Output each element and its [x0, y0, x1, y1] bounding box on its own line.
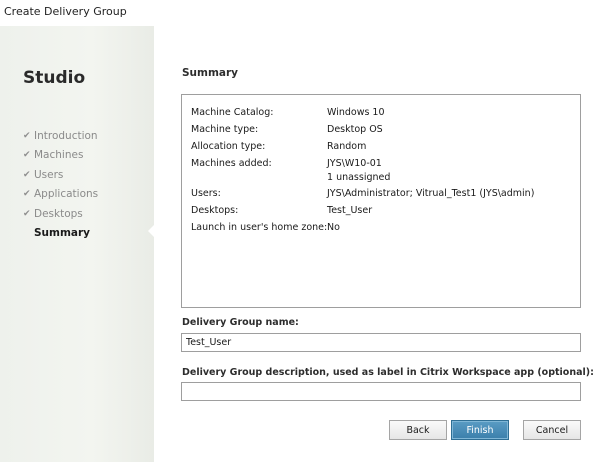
- step-label: Introduction: [34, 129, 98, 142]
- summary-key: Machine type:: [191, 124, 259, 135]
- wizard-sidebar: Studio ✔ Introduction ✔ Machines ✔ Users…: [0, 26, 154, 462]
- summary-row-machine-type: Machine type: Desktop OS: [191, 124, 383, 135]
- summary-row-desktops: Desktops: Test_User: [191, 205, 372, 216]
- summary-row-users: Users: JYS\Administrator; Vitrual_Test1 (…: [191, 188, 534, 199]
- check-icon: ✔: [23, 130, 31, 141]
- step-introduction[interactable]: ✔ Introduction: [23, 126, 98, 146]
- step-label: Desktops: [34, 207, 83, 220]
- summary-key: Allocation type:: [191, 141, 266, 152]
- window-title: Create Delivery Group: [4, 5, 127, 18]
- summary-value: No: [327, 222, 340, 233]
- summary-value: Test_User: [327, 205, 373, 216]
- finish-button[interactable]: Finish: [451, 420, 509, 440]
- summary-key: Desktops:: [191, 205, 239, 216]
- summary-value: Desktop OS: [327, 124, 383, 135]
- step-applications[interactable]: ✔ Applications: [23, 185, 98, 205]
- summary-row-allocation-type: Allocation type: Random: [191, 141, 366, 152]
- summary-row-home-zone: Launch in user's home zone:No: [191, 222, 340, 233]
- step-label: Machines: [34, 149, 84, 162]
- step-label: Summary: [34, 227, 91, 240]
- wizard-content: Summary Machine Catalog: Windows 10 Machi…: [154, 26, 611, 462]
- step-desktops[interactable]: ✔ Desktops: [23, 204, 98, 224]
- summary-row-machine-catalog: Machine Catalog: Windows 10: [191, 107, 385, 118]
- summary-key: Users:: [191, 188, 221, 199]
- step-machines[interactable]: ✔ Machines: [23, 146, 98, 166]
- summary-value-unassigned: 1 unassigned: [327, 172, 391, 183]
- cancel-button[interactable]: Cancel: [523, 420, 581, 440]
- summary-value: JYS\W10-01: [327, 158, 382, 169]
- check-icon: ✔: [23, 169, 31, 180]
- summary-value: JYS\Administrator; Vitrual_Test1 (JYS\ad…: [327, 188, 535, 199]
- summary-key: Machine Catalog:: [191, 107, 274, 118]
- summary-value: Random: [327, 141, 367, 152]
- summary-value: Windows 10: [327, 107, 385, 118]
- back-button[interactable]: Back: [389, 420, 447, 440]
- check-icon: ✔: [23, 150, 31, 161]
- check-icon: ✔: [23, 189, 31, 200]
- group-description-label: Delivery Group description, used as labe…: [182, 367, 594, 378]
- summary-key: Machines added:: [191, 158, 272, 169]
- step-label: Users: [34, 168, 64, 181]
- step-label: Applications: [34, 188, 99, 201]
- group-description-input[interactable]: [181, 382, 581, 401]
- summary-row-machines-added: Machines added: JYS\W10-01 1 unassigned: [191, 158, 390, 183]
- title-bar: Create Delivery Group: [0, 0, 611, 26]
- summary-key: Launch in user's home zone:: [191, 222, 328, 233]
- summary-box: Machine Catalog: Windows 10 Machine type:…: [181, 94, 581, 308]
- check-icon: ✔: [23, 208, 31, 219]
- group-name-label: Delivery Group name:: [182, 317, 299, 328]
- step-users[interactable]: ✔ Users: [23, 165, 98, 185]
- studio-title: Studio: [23, 68, 86, 88]
- step-summary: Summary: [23, 224, 98, 244]
- page-title: Summary: [182, 67, 239, 79]
- current-step-pointer: [148, 224, 155, 238]
- group-name-input[interactable]: [181, 333, 581, 352]
- wizard-steps: ✔ Introduction ✔ Machines ✔ Users ✔ Appl…: [23, 126, 98, 243]
